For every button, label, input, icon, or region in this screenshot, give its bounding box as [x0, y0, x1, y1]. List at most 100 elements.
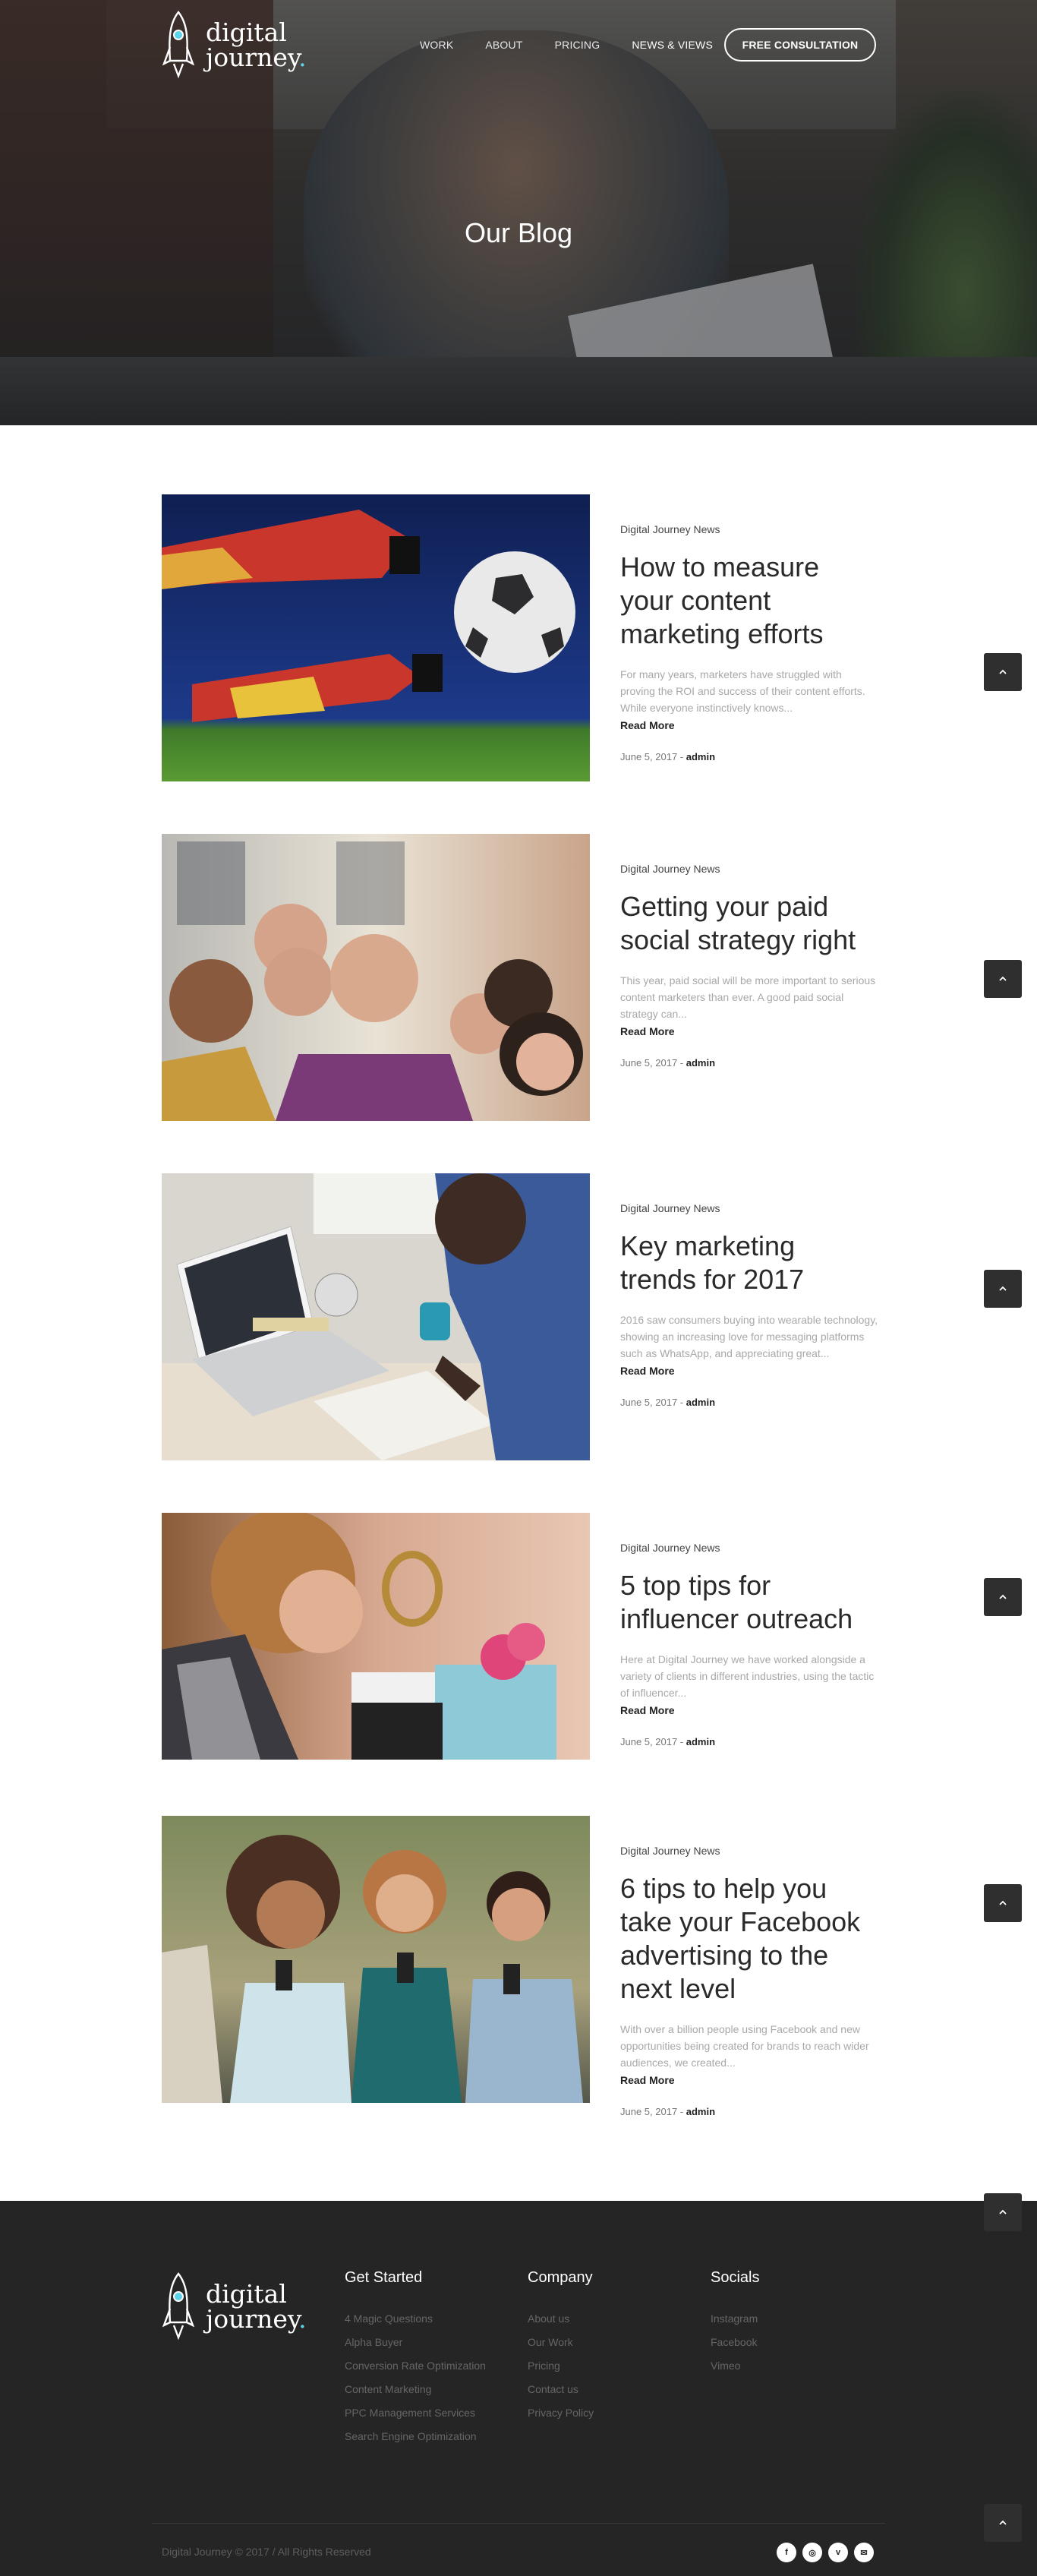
footer-link[interactable]: Alpha Buyer — [345, 2336, 486, 2348]
post-date: June 5, 2017 - admin — [620, 1397, 716, 1408]
post-meta: Digital Journey News 5 top tips for infl… — [620, 1542, 878, 1747]
footer-column-title: Company — [528, 2269, 593, 2286]
blog-post: Digital Journey News Key marketing trend… — [162, 1173, 878, 1460]
post-author[interactable]: admin — [686, 1057, 715, 1069]
post-excerpt: This year, paid social will be more impo… — [620, 974, 876, 1020]
scroll-top-button[interactable] — [984, 2504, 1022, 2542]
blog-post: Digital Journey News 5 top tips for infl… — [162, 1513, 875, 1760]
chevron-up-icon — [999, 1286, 1007, 1291]
post-author[interactable]: admin — [686, 2106, 715, 2117]
footer-link[interactable]: PPC Management Services — [345, 2407, 486, 2419]
footer-link[interactable]: Content Marketing — [345, 2383, 486, 2395]
rocket-icon — [162, 2272, 195, 2341]
scroll-top-button[interactable] — [984, 960, 1022, 998]
footer-link[interactable]: Our Work — [528, 2336, 594, 2348]
post-category[interactable]: Digital Journey News — [620, 1202, 878, 1214]
post-category[interactable]: Digital Journey News — [620, 1845, 878, 1857]
facebook-icon[interactable]: f — [777, 2543, 796, 2562]
post-meta: Digital Journey News Key marketing trend… — [620, 1202, 878, 1408]
social-icons: f ◎ v ✉ — [777, 2543, 874, 2562]
read-more-link[interactable]: Read More — [620, 2074, 878, 2086]
hero-banner: digital journey. WORK ABOUT PRICING NEWS… — [0, 0, 1037, 425]
read-more-link[interactable]: Read More — [620, 1704, 878, 1716]
footer-link[interactable]: Privacy Policy — [528, 2407, 594, 2419]
blog-post: Digital Journey News Getting your paid s… — [162, 834, 875, 1121]
scroll-top-button[interactable] — [984, 1578, 1022, 1616]
footer-link[interactable]: Conversion Rate Optimization — [345, 2360, 486, 2372]
post-image[interactable] — [162, 834, 590, 1121]
post-title[interactable]: How to measure your content marketing ef… — [620, 551, 878, 651]
copyright: Digital Journey © 2017 / All Rights Rese… — [162, 2546, 371, 2558]
main-nav: WORK ABOUT PRICING NEWS & VIEWS — [420, 29, 745, 61]
footer-column-title: Get Started — [345, 2269, 423, 2286]
nav-news-views[interactable]: NEWS & VIEWS — [632, 39, 713, 51]
chevron-up-icon — [999, 669, 1007, 674]
post-author[interactable]: admin — [686, 751, 715, 762]
read-more-link[interactable]: Read More — [620, 719, 878, 731]
post-title[interactable]: 5 top tips for influencer outreach — [620, 1569, 878, 1636]
chevron-up-icon — [999, 1900, 1007, 1905]
vimeo-icon[interactable]: v — [828, 2543, 848, 2562]
free-consultation-button[interactable]: FREE CONSULTATION — [724, 28, 876, 62]
footer-link[interactable]: Contact us — [528, 2383, 594, 2395]
post-date: June 5, 2017 - admin — [620, 2106, 716, 2117]
post-title[interactable]: 6 tips to help you take your Facebook ad… — [620, 1872, 878, 2006]
site-footer: digital journey. Get Started 4 Magic Que… — [0, 2201, 1037, 2576]
post-category[interactable]: Digital Journey News — [620, 863, 878, 875]
page-title: Our Blog — [464, 217, 573, 248]
post-title[interactable]: Getting your paid social strategy right — [620, 890, 878, 957]
blog-post: Digital Journey News How to measure your… — [162, 494, 875, 781]
post-image[interactable] — [162, 1816, 590, 2103]
footer-link[interactable]: Search Engine Optimization — [345, 2430, 486, 2442]
post-excerpt: Here at Digital Journey we have worked a… — [620, 1653, 875, 1699]
instagram-icon[interactable]: ◎ — [802, 2543, 822, 2562]
post-author[interactable]: admin — [686, 1736, 715, 1747]
footer-link[interactable]: 4 Magic Questions — [345, 2312, 486, 2325]
blog-post: Digital Journey News 6 tips to help you … — [162, 1816, 878, 2117]
scroll-top-button[interactable] — [984, 2193, 1022, 2231]
read-more-link[interactable]: Read More — [620, 1025, 878, 1037]
logo-text: digital journey. — [206, 2279, 307, 2334]
post-category[interactable]: Digital Journey News — [620, 523, 878, 535]
footer-link[interactable]: Facebook — [711, 2336, 759, 2348]
nav-work[interactable]: WORK — [420, 39, 453, 51]
nav-about[interactable]: ABOUT — [485, 39, 522, 51]
post-date: June 5, 2017 - admin — [620, 1057, 716, 1069]
footer-link[interactable]: Vimeo — [711, 2360, 759, 2372]
chevron-up-icon — [999, 2520, 1007, 2525]
footer-divider — [152, 2523, 885, 2524]
post-category[interactable]: Digital Journey News — [620, 1542, 878, 1554]
post-author[interactable]: admin — [686, 1397, 715, 1408]
post-excerpt: 2016 saw consumers buying into wearable … — [620, 1314, 878, 1359]
post-meta: Digital Journey News How to measure your… — [620, 523, 878, 762]
chevron-up-icon — [999, 976, 1007, 981]
footer-link[interactable]: Instagram — [711, 2312, 759, 2325]
footer-link[interactable]: About us — [528, 2312, 594, 2325]
chevron-up-icon — [999, 2209, 1007, 2215]
footer-column-socials: Socials Instagram Facebook Vimeo — [711, 2269, 759, 2383]
scroll-top-button[interactable] — [984, 653, 1022, 691]
post-meta: Digital Journey News Getting your paid s… — [620, 863, 878, 1069]
site-logo[interactable]: digital journey. — [162, 11, 307, 79]
post-image[interactable] — [162, 1513, 590, 1760]
chevron-up-icon — [999, 1594, 1007, 1599]
read-more-link[interactable]: Read More — [620, 1365, 878, 1377]
footer-link[interactable]: Pricing — [528, 2360, 594, 2372]
nav-pricing[interactable]: PRICING — [555, 39, 600, 51]
footer-column-get-started: Get Started 4 Magic Questions Alpha Buye… — [345, 2269, 486, 2454]
post-image[interactable] — [162, 1173, 590, 1460]
post-excerpt: With over a billion people using Faceboo… — [620, 2023, 869, 2069]
logo-text: digital journey. — [206, 17, 307, 72]
footer-logo[interactable]: digital journey. — [162, 2272, 307, 2341]
scroll-top-button[interactable] — [984, 1270, 1022, 1308]
scroll-top-button[interactable] — [984, 1884, 1022, 1922]
post-excerpt: For many years, marketers have struggled… — [620, 668, 865, 714]
post-date: June 5, 2017 - admin — [620, 751, 716, 762]
footer-column-title: Socials — [711, 2269, 760, 2286]
footer-column-company: Company About us Our Work Pricing Contac… — [528, 2269, 594, 2430]
post-date: June 5, 2017 - admin — [620, 1736, 716, 1747]
post-title[interactable]: Key marketing trends for 2017 — [620, 1230, 878, 1296]
email-icon[interactable]: ✉ — [854, 2543, 874, 2562]
rocket-icon — [162, 11, 195, 79]
post-image[interactable] — [162, 494, 590, 781]
